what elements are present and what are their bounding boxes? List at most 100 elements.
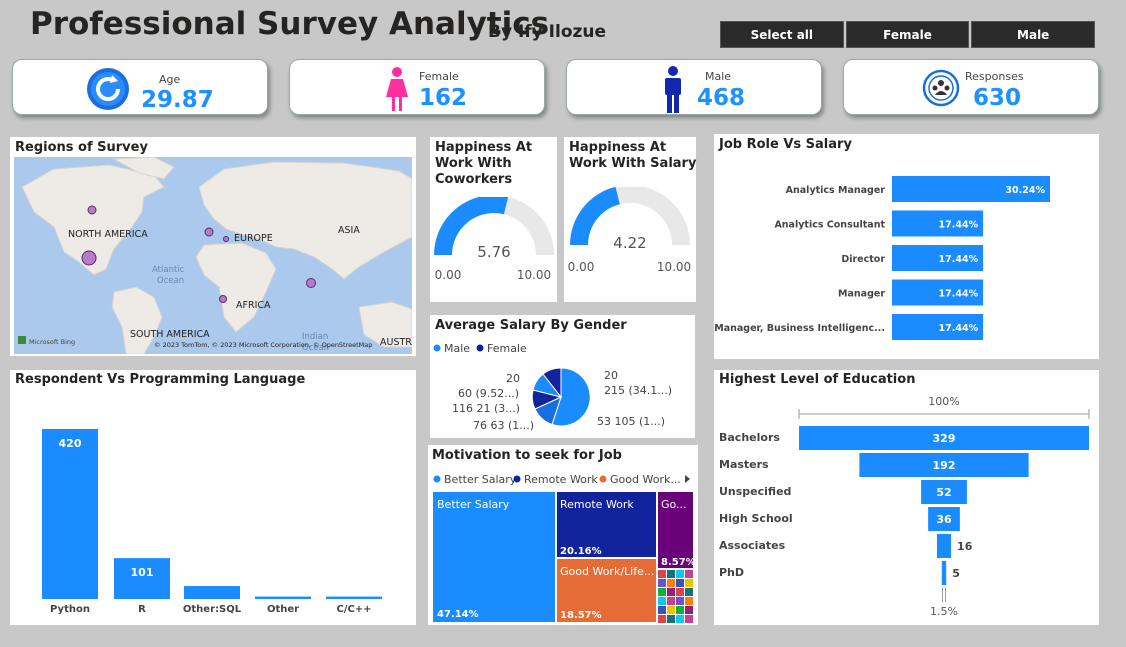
tile-small[interactable] [658, 579, 666, 587]
salary-donut[interactable] [531, 367, 591, 427]
prog-lang-bar[interactable] [184, 586, 240, 599]
donut-label: 76 63 (1...) [473, 419, 534, 432]
gauge-salary-chart[interactable]: 4.22 0.00 10.00 [564, 187, 696, 277]
tile-small[interactable] [685, 579, 693, 587]
tile-better-salary[interactable] [433, 492, 555, 622]
legend-next-icon[interactable] [685, 475, 690, 483]
kpi-responses-card[interactable]: Responses 630 [843, 59, 1099, 115]
map-label-eu: EUROPE [234, 233, 273, 244]
tile-go-name: Go... [661, 498, 687, 511]
legend-dot [599, 475, 607, 483]
refresh-icon [87, 68, 129, 110]
job-role-category: Manager [838, 289, 885, 300]
job-role-chart[interactable]: Analytics Manager 30.24% Analytics Consult… [714, 134, 1099, 359]
map-bubble[interactable] [81, 250, 97, 266]
tile-small[interactable] [676, 615, 684, 623]
map-bubble[interactable] [219, 295, 227, 303]
gauge-salary-max: 10.00 [657, 260, 691, 274]
tile-small[interactable] [685, 570, 693, 578]
slicer-female[interactable]: Female [845, 21, 970, 48]
funnel-bar[interactable] [941, 561, 947, 585]
funnel-category: Associates [719, 539, 786, 552]
prog-lang-category: Other:SQL [183, 604, 242, 615]
gauge-coworkers-title: Happiness At Work With Coworkers [435, 140, 533, 187]
map-bubble[interactable] [204, 227, 214, 237]
tile-small[interactable] [667, 597, 675, 605]
prog-lang-bar[interactable] [255, 596, 311, 599]
donut-label: 116 21 (3...) [452, 402, 520, 415]
tile-better-salary-pct: 47.14% [437, 609, 479, 620]
map-label-sa: SOUTH AMERICA [130, 329, 210, 340]
gauge-coworkers-panel: Happiness At Work With Coworkers 5.76 0.… [430, 137, 557, 302]
gauge-coworkers-chart[interactable]: 5.76 0.00 10.00 [430, 197, 557, 287]
bing-label: Microsoft Bing [29, 338, 75, 346]
prog-lang-category: Other [267, 604, 299, 615]
tile-good-work-name: Good Work/Life... [560, 565, 654, 578]
motivation-treemap[interactable]: Better Salary Remote Work Good Work... B… [428, 445, 698, 625]
slicer-select-all[interactable]: Select all [720, 21, 844, 48]
job-role-value: 30.24% [1005, 185, 1045, 196]
prog-lang-chart[interactable]: Python 420 R 101 Other:SQL Other C/C++ [10, 370, 416, 625]
job-role-category: Director [841, 254, 885, 265]
gauge-salary-min: 0.00 [568, 260, 595, 274]
tile-small[interactable] [667, 606, 675, 614]
job-role-category: Analytics Consultant [774, 220, 885, 231]
tile-small[interactable] [658, 615, 666, 623]
kpi-age-card[interactable]: Age 29.87 [12, 59, 268, 115]
map-bubble[interactable] [306, 278, 316, 288]
kpi-female-card[interactable]: Female 162 [289, 59, 545, 115]
map-label-na: NORTH AMERICA [68, 229, 148, 240]
tile-small[interactable] [658, 597, 666, 605]
gauge-coworkers-max: 10.00 [517, 268, 551, 282]
tile-remote-work-name: Remote Work [560, 498, 634, 511]
prog-lang-category: R [138, 604, 146, 615]
prog-lang-value: 420 [59, 437, 82, 450]
map-title: Regions of Survey [15, 140, 148, 155]
kpi-age-value: 29.87 [141, 87, 214, 113]
map-bubble[interactable] [87, 205, 97, 215]
slicer-male[interactable]: Male [971, 21, 1096, 48]
legend-remote-work: Remote Work [524, 473, 598, 486]
tile-small[interactable] [685, 597, 693, 605]
funnel-value: 52 [936, 486, 951, 499]
tile-go-pct: 8.57% [661, 557, 696, 568]
tile-small[interactable] [667, 579, 675, 587]
tile-small[interactable] [658, 570, 666, 578]
kpi-female-value: 162 [419, 85, 468, 111]
funnel-category: High School [719, 512, 793, 525]
tile-small[interactable] [676, 579, 684, 587]
tile-small[interactable] [658, 588, 666, 596]
gauge-salary-panel: Happiness At Work With Salary 4.22 0.00 … [564, 137, 696, 302]
tile-small[interactable] [685, 615, 693, 623]
tile-small[interactable] [658, 606, 666, 614]
tile-small[interactable] [676, 588, 684, 596]
legend-male-dot [433, 344, 441, 352]
tile-small[interactable] [676, 597, 684, 605]
tile-small[interactable] [676, 606, 684, 614]
world-map[interactable]: NORTH AMERICA EUROPE ASIA AFRICA SOUTH A… [14, 157, 412, 354]
salary-gender-chart[interactable]: Male Female 20 60 (9.52...) 116 21 (3...… [430, 315, 695, 438]
tile-small[interactable] [667, 588, 675, 596]
prog-lang-bar[interactable] [42, 429, 98, 599]
gauge-salary-value: 4.22 [613, 234, 646, 252]
programming-language-panel: Respondent Vs Programming Language Pytho… [10, 370, 416, 625]
tile-small[interactable] [667, 615, 675, 623]
tile-small[interactable] [685, 588, 693, 596]
prog-lang-bar[interactable] [326, 596, 382, 599]
donut-label: 53 105 (1...) [597, 415, 665, 428]
education-funnel[interactable]: 100% Bachelors 329 Masters 192 Unspecified 52 H… [714, 370, 1099, 625]
group-icon [922, 69, 960, 107]
tile-small[interactable] [667, 570, 675, 578]
donut-label: 20 [506, 372, 520, 385]
map-bubble[interactable] [223, 236, 229, 242]
tile-small[interactable] [676, 570, 684, 578]
donut-label: 20 [604, 369, 618, 382]
legend-dot [433, 475, 441, 483]
prog-lang-category: Python [50, 604, 90, 615]
motivation-panel: Motivation to seek for Job Better Salary… [428, 445, 698, 625]
tile-small[interactable] [685, 606, 693, 614]
funnel-bar[interactable] [936, 534, 952, 558]
kpi-responses-value: 630 [973, 85, 1022, 111]
tile-small-group[interactable] [658, 570, 693, 623]
kpi-male-card[interactable]: Male 468 [566, 59, 822, 115]
